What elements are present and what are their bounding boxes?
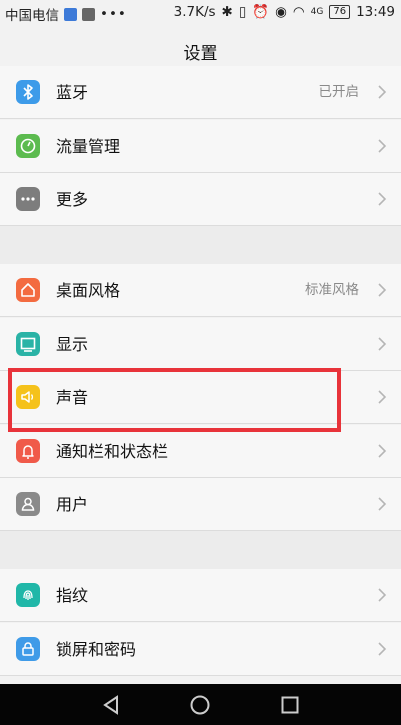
app-notification-icon <box>64 7 77 21</box>
settings-row-label: 锁屏和密码 <box>56 639 137 659</box>
display-icon <box>16 331 40 356</box>
chevron-right-icon <box>378 192 387 206</box>
settings-row[interactable]: 蓝牙 已开启 <box>0 66 401 119</box>
fingerprint-icon <box>16 583 40 607</box>
chevron-right-icon <box>378 588 387 602</box>
vibrate-icon: ▯ <box>238 4 247 20</box>
chevron-right-icon <box>378 283 387 297</box>
battery-icon: 76 <box>329 5 351 19</box>
alarm-icon: ⏰ <box>252 4 270 20</box>
bluetooth-icon <box>16 80 40 104</box>
recents-icon[interactable] <box>279 694 301 716</box>
settings-row[interactable]: 显示 <box>0 317 401 371</box>
network-type: 4G <box>310 7 324 17</box>
settings-row-label: 桌面风格 <box>56 281 121 300</box>
settings-row-label: 声音 <box>56 388 89 407</box>
settings-row[interactable]: 指纹 <box>0 569 401 622</box>
eye-comfort-icon: ◉ <box>275 4 287 20</box>
qr-notification-icon <box>82 7 95 21</box>
speaker-icon <box>16 385 40 409</box>
settings-row-label: 蓝牙 <box>56 83 89 102</box>
user-icon <box>16 492 40 516</box>
settings-row-label: 通知栏和状态栏 <box>56 441 169 461</box>
settings-row[interactable]: 更多 <box>0 173 401 226</box>
status-bar: 中国电信 ••• 3.7K/s ✱ ▯ ⏰ ◉ ◠ 4G 76 13:49 <box>0 0 401 28</box>
settings-row-label: 用户 <box>56 495 89 514</box>
chevron-right-icon <box>378 443 387 458</box>
notification-bell-icon <box>16 438 40 463</box>
wifi-icon: ◠ <box>292 4 305 20</box>
settings-row-value: 标准风格 <box>305 282 359 298</box>
settings-row-value: 已开启 <box>318 84 360 100</box>
settings-row-label: 更多 <box>56 190 89 209</box>
home-button-icon[interactable] <box>189 694 211 716</box>
network-speed: 3.7K/s <box>173 4 216 20</box>
section-divider <box>0 226 401 264</box>
settings-row[interactable]: 桌面风格 标准风格 <box>0 264 401 317</box>
settings-row-label: 显示 <box>56 334 89 354</box>
chevron-right-icon <box>378 641 387 656</box>
chevron-right-icon <box>378 390 387 404</box>
settings-row[interactable]: 声音 <box>0 371 401 424</box>
lock-icon <box>16 636 40 661</box>
chevron-right-icon <box>378 336 387 351</box>
more-notifications-icon: ••• <box>100 6 127 22</box>
data-usage-icon <box>16 133 40 158</box>
carrier-name: 中国电信 <box>5 8 59 24</box>
chevron-right-icon <box>378 85 387 99</box>
chevron-right-icon <box>378 497 387 511</box>
settings-row[interactable]: 流量管理 <box>0 119 401 173</box>
chevron-right-icon <box>378 138 387 153</box>
settings-row-label: 指纹 <box>56 586 89 605</box>
clock: 13:49 <box>356 4 395 20</box>
settings-row-label: 流量管理 <box>56 136 121 156</box>
section-divider <box>0 531 401 569</box>
settings-row[interactable]: 通知栏和状态栏 <box>0 424 401 478</box>
settings-row[interactable]: 锁屏和密码 <box>0 622 401 676</box>
settings-row[interactable]: 用户 <box>0 478 401 531</box>
home-icon <box>16 278 40 302</box>
more-dots-icon <box>16 187 40 211</box>
navigation-bar <box>0 684 401 725</box>
back-icon[interactable] <box>100 694 122 716</box>
bluetooth-status-icon: ✱ <box>221 4 233 20</box>
